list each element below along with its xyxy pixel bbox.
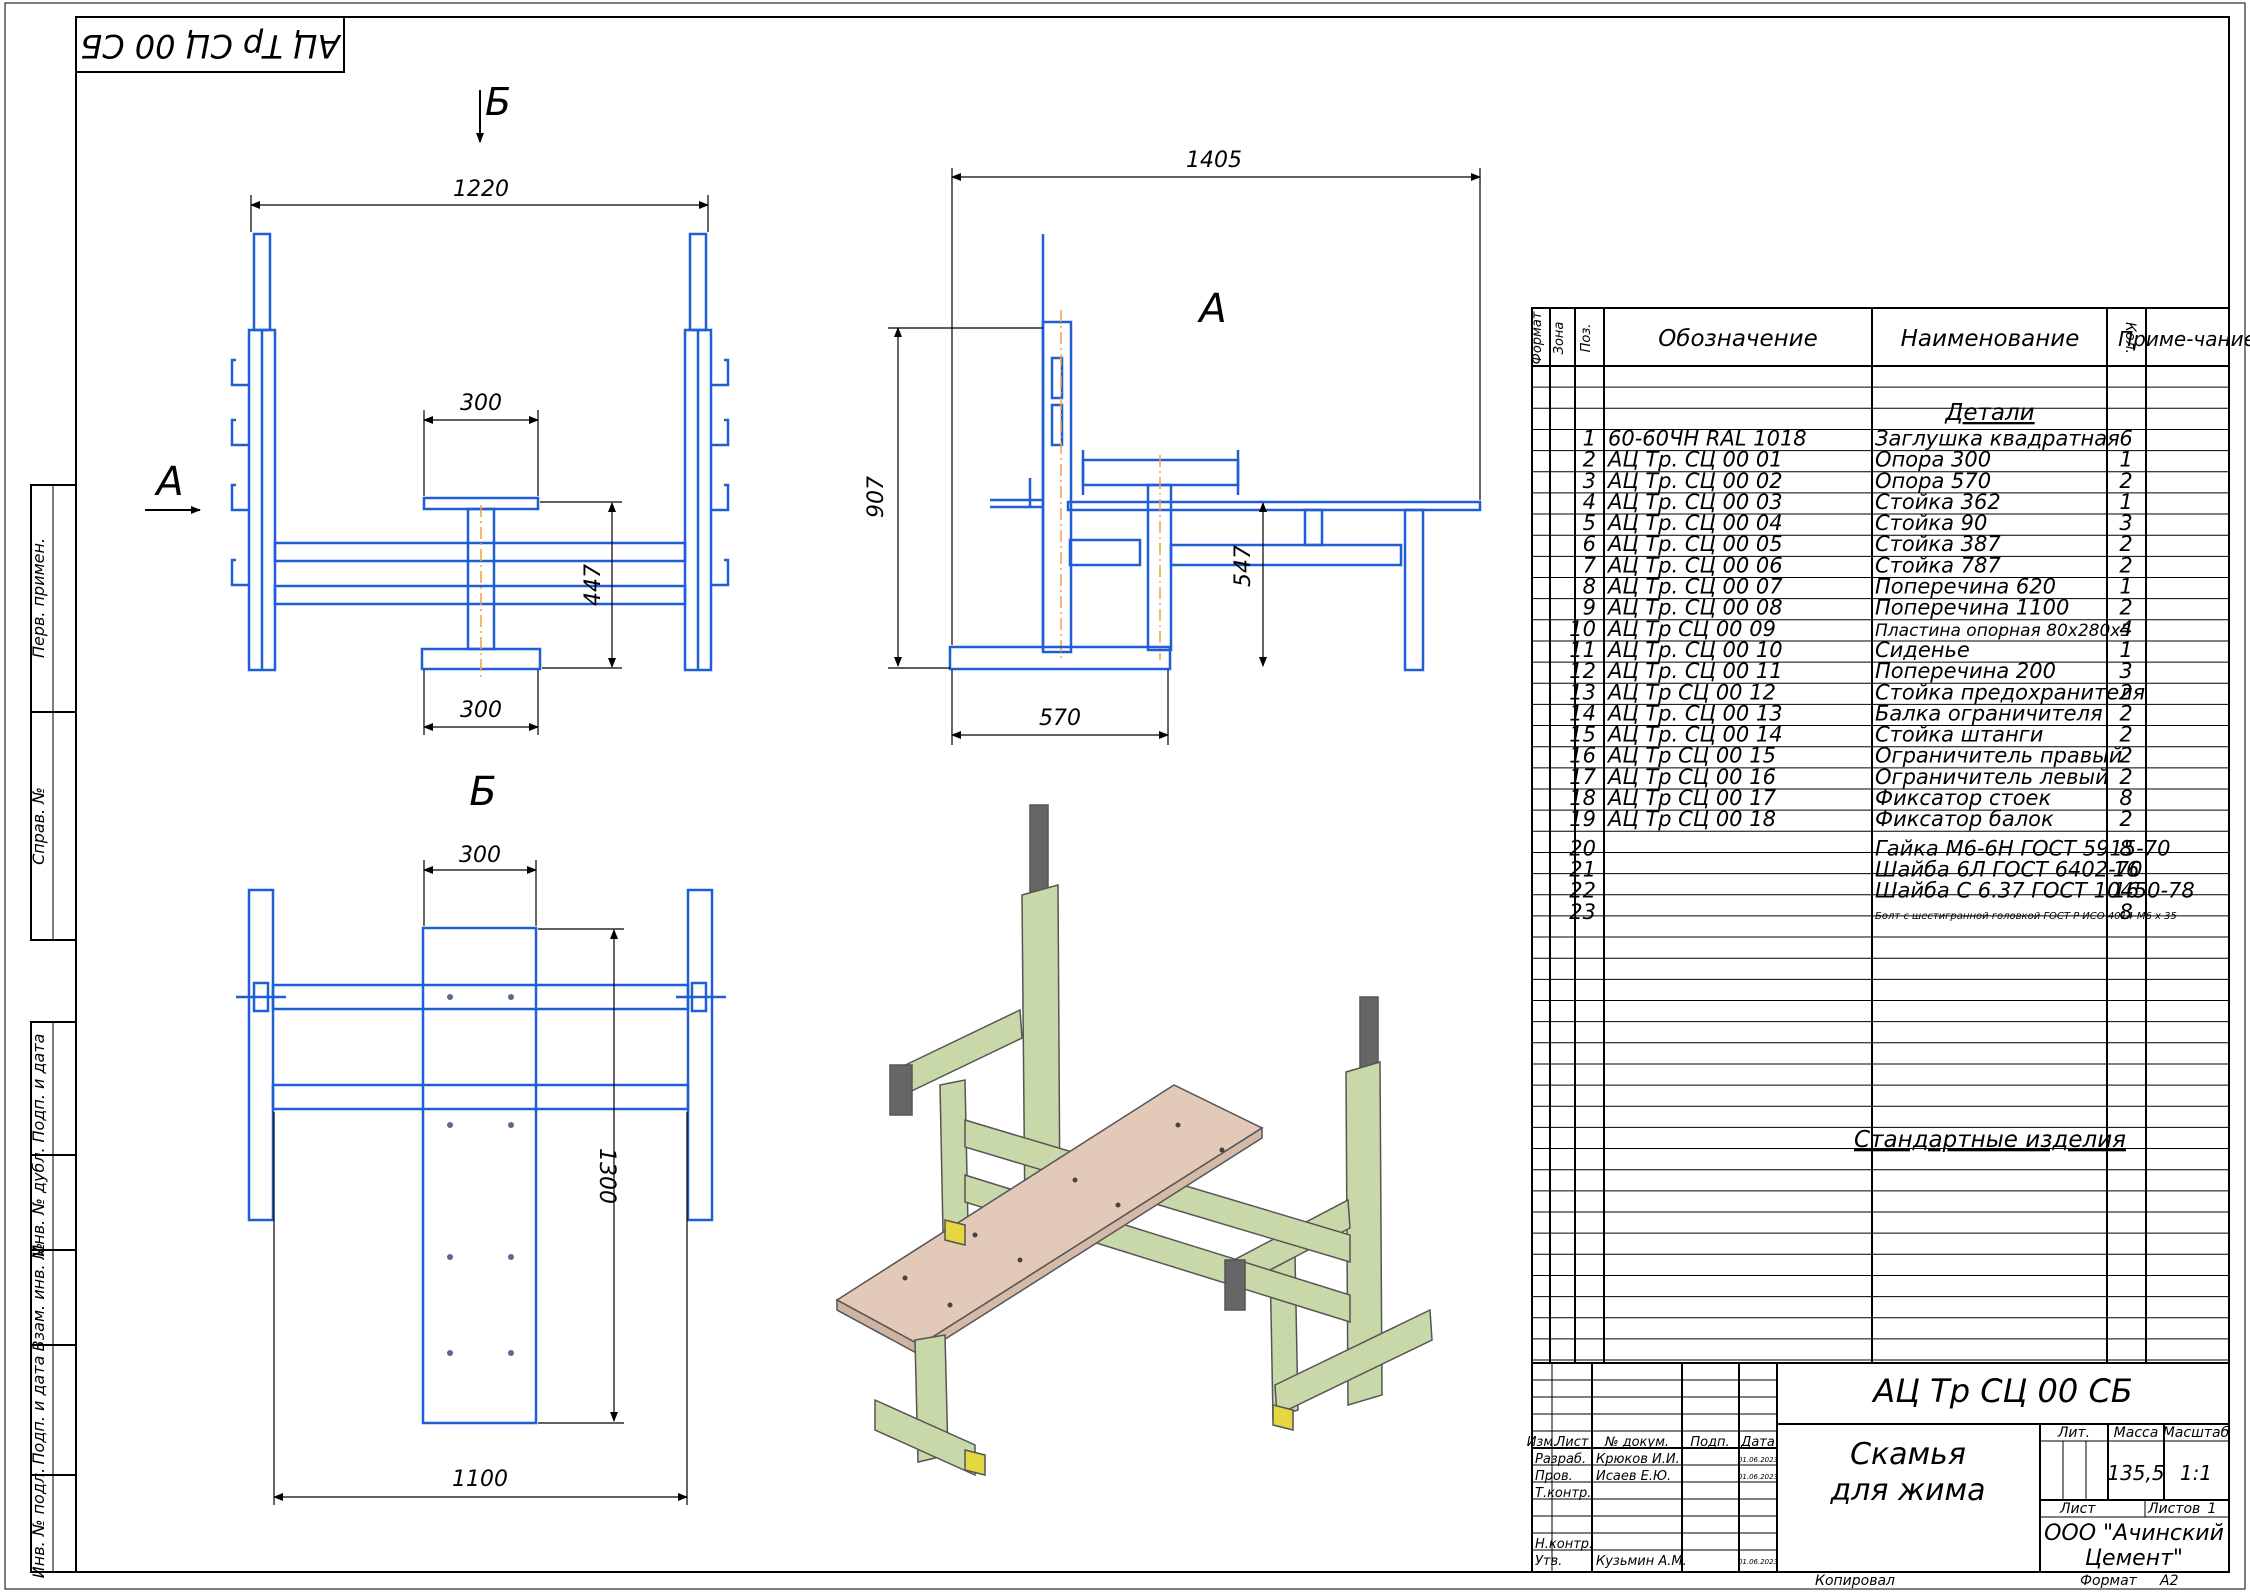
side-label-6: Подп. и дата	[29, 1356, 48, 1465]
view-b-label: Б	[469, 769, 496, 815]
dim-top-seat-width: 300	[459, 843, 501, 868]
name-prov: Исаев Е.Ю.	[1596, 1469, 1671, 1484]
title-doc-code: АЦ Тр СЦ 00 СБ	[1871, 1372, 2132, 1410]
role-utv: Утв.	[1535, 1554, 1562, 1569]
side-label-1: Перв. примен.	[29, 538, 48, 658]
dim-side-seat-height: 547	[1231, 545, 1256, 587]
role-tkontr: Т.контр.	[1535, 1486, 1591, 1501]
bom-header-pos: Поз.	[1579, 324, 1594, 353]
front-dimensions	[250, 195, 709, 735]
dim-front-seat-bottom: 300	[460, 698, 502, 723]
title-line-1: Скамья	[1850, 1437, 1966, 1472]
title-line-2: для жима	[1829, 1473, 1985, 1508]
bom-designation: АЦ Тр СЦ 00 18	[1606, 807, 1776, 831]
label-lit: Лит.	[2057, 1425, 2090, 1441]
arrow-a-label: А	[153, 459, 183, 505]
side-label-3: Подп. и дата	[29, 1034, 48, 1143]
bom-pos: 19	[1569, 807, 1596, 831]
value-sheets: 1	[2208, 1501, 2217, 1517]
role-prov: Пров.	[1535, 1469, 1573, 1484]
side-dimensions	[888, 168, 1481, 745]
dim-side-height: 907	[864, 476, 889, 518]
side-view: А	[948, 234, 1482, 672]
name-utv: Кузьмин А.М.	[1596, 1554, 1687, 1569]
bom-rows-text: 1 60-60ЧН RAL 1018 Заглушка квадратная 62 АЦ…	[1569, 426, 2194, 923]
label-scale: Масштаб	[2163, 1425, 2230, 1441]
bom-header-zone: Зона	[1552, 322, 1567, 355]
copied-label: Копировал	[1815, 1573, 1895, 1589]
format-label: Формат	[2080, 1573, 2138, 1589]
side-label-5: Взам. инв. №	[29, 1243, 48, 1352]
bom-std-qty: 8	[2119, 900, 2132, 924]
col-izm: Изм.	[1527, 1435, 1558, 1450]
dim-front-seat-top: 300	[460, 391, 502, 416]
bom-qty: 2	[2119, 807, 2132, 831]
col-date: Дата	[1740, 1435, 1775, 1450]
front-view: Б А	[145, 80, 730, 680]
view-a-label: А	[1196, 286, 1226, 332]
label-mass: Масса	[2114, 1425, 2159, 1441]
top-dimensions	[273, 860, 688, 1505]
drawing-sheet: АЦ Тр СЦ 00 СБ Перв. примен. Справ. № По…	[4, 2, 2250, 1590]
value-mass: 135,5	[2107, 1461, 2164, 1485]
label-sheet: Лист	[2059, 1501, 2096, 1517]
section-b-mark: Б	[485, 80, 511, 124]
bom-std-pos: 23	[1569, 900, 1596, 924]
isometric-view	[835, 804, 1433, 1477]
date-utv: 01.06.2023	[1738, 1558, 1778, 1566]
dim-side-base: 570	[1039, 706, 1081, 731]
col-docnum: № докум.	[1604, 1435, 1669, 1450]
top-stamp: АЦ Тр СЦ 00 СБ	[75, 16, 345, 73]
bom-header-format: Формат	[1530, 311, 1545, 364]
dim-top-width: 1100	[452, 1467, 508, 1492]
bom-header-name: Наименование	[1901, 326, 2080, 352]
col-list: Лист	[1555, 1435, 1589, 1450]
top-seat-holes	[447, 994, 514, 1356]
side-label-2: Справ. №	[29, 787, 48, 865]
name-razrab: Крюков И.И.	[1596, 1452, 1680, 1467]
label-sheets: Листов	[2147, 1501, 2200, 1517]
org-line-1: ООО "Ачинский	[2044, 1521, 2224, 1546]
bom-header-note: Приме-чание	[2118, 327, 2250, 351]
bom-section-standard: Стандартные изделия	[1854, 1127, 2126, 1153]
dim-side-length: 1405	[1186, 148, 1242, 173]
date-prov: 01.06.2023	[1738, 1473, 1778, 1481]
side-label-7: Инв. № подл.	[29, 1468, 48, 1578]
bom-section-details: Детали	[1944, 400, 2034, 426]
format-value: А2	[2159, 1573, 2179, 1589]
side-strip: Перв. примен. Справ. № Подп. и дата Инв.…	[29, 484, 77, 1578]
bom-header-designation: Обозначение	[1658, 326, 1818, 352]
role-razrab: Разраб.	[1535, 1452, 1586, 1467]
bom-name: Фиксатор балок	[1875, 807, 2054, 831]
side-label-4: Инв. № дубл.	[29, 1147, 48, 1256]
bom-name: Поперечина 1100	[1875, 596, 2069, 620]
top-stamp-text: АЦ Тр СЦ 00 СБ	[80, 27, 341, 65]
date-razrab: 01.06.2023	[1738, 1456, 1778, 1464]
value-scale: 1:1	[2180, 1461, 2212, 1485]
dim-top-seat-length: 1300	[594, 1148, 619, 1204]
dim-front-width: 1220	[453, 177, 509, 202]
dim-front-height: 447	[581, 564, 606, 606]
role-nkontr: Н.контр.	[1535, 1537, 1593, 1552]
col-sign: Подп.	[1690, 1435, 1729, 1450]
bom-std-name: Шайба С 6.37 ГОСТ 10450-78	[1875, 879, 2195, 903]
org-line-2: Цемент"	[2085, 1546, 2183, 1571]
